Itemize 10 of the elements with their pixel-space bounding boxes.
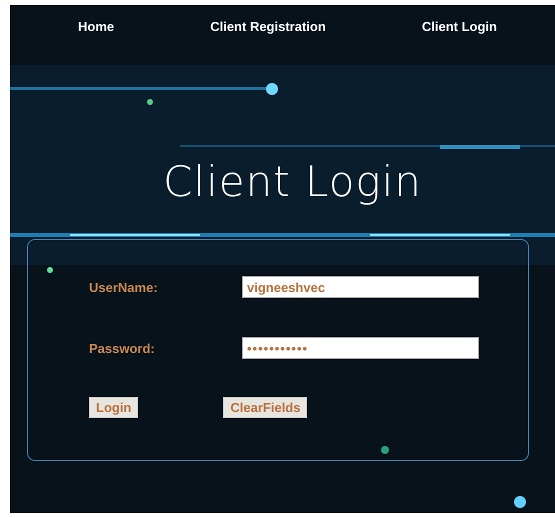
field-label: UserName: [89, 280, 159, 294]
page-title: Client Login [162, 157, 423, 206]
field-label: Password: [89, 340, 156, 356]
login-button[interactable]: Login [89, 397, 138, 418]
nav-link[interactable]: Client Registration [210, 19, 326, 34]
nav-link[interactable]: Client Login [422, 19, 497, 34]
nav-link[interactable]: Home [78, 19, 114, 34]
username-field[interactable]: vigneeshvec [242, 276, 479, 298]
clear-button[interactable]: ClearFields [223, 397, 308, 418]
password-field[interactable]: ••••••••••• [242, 337, 479, 359]
